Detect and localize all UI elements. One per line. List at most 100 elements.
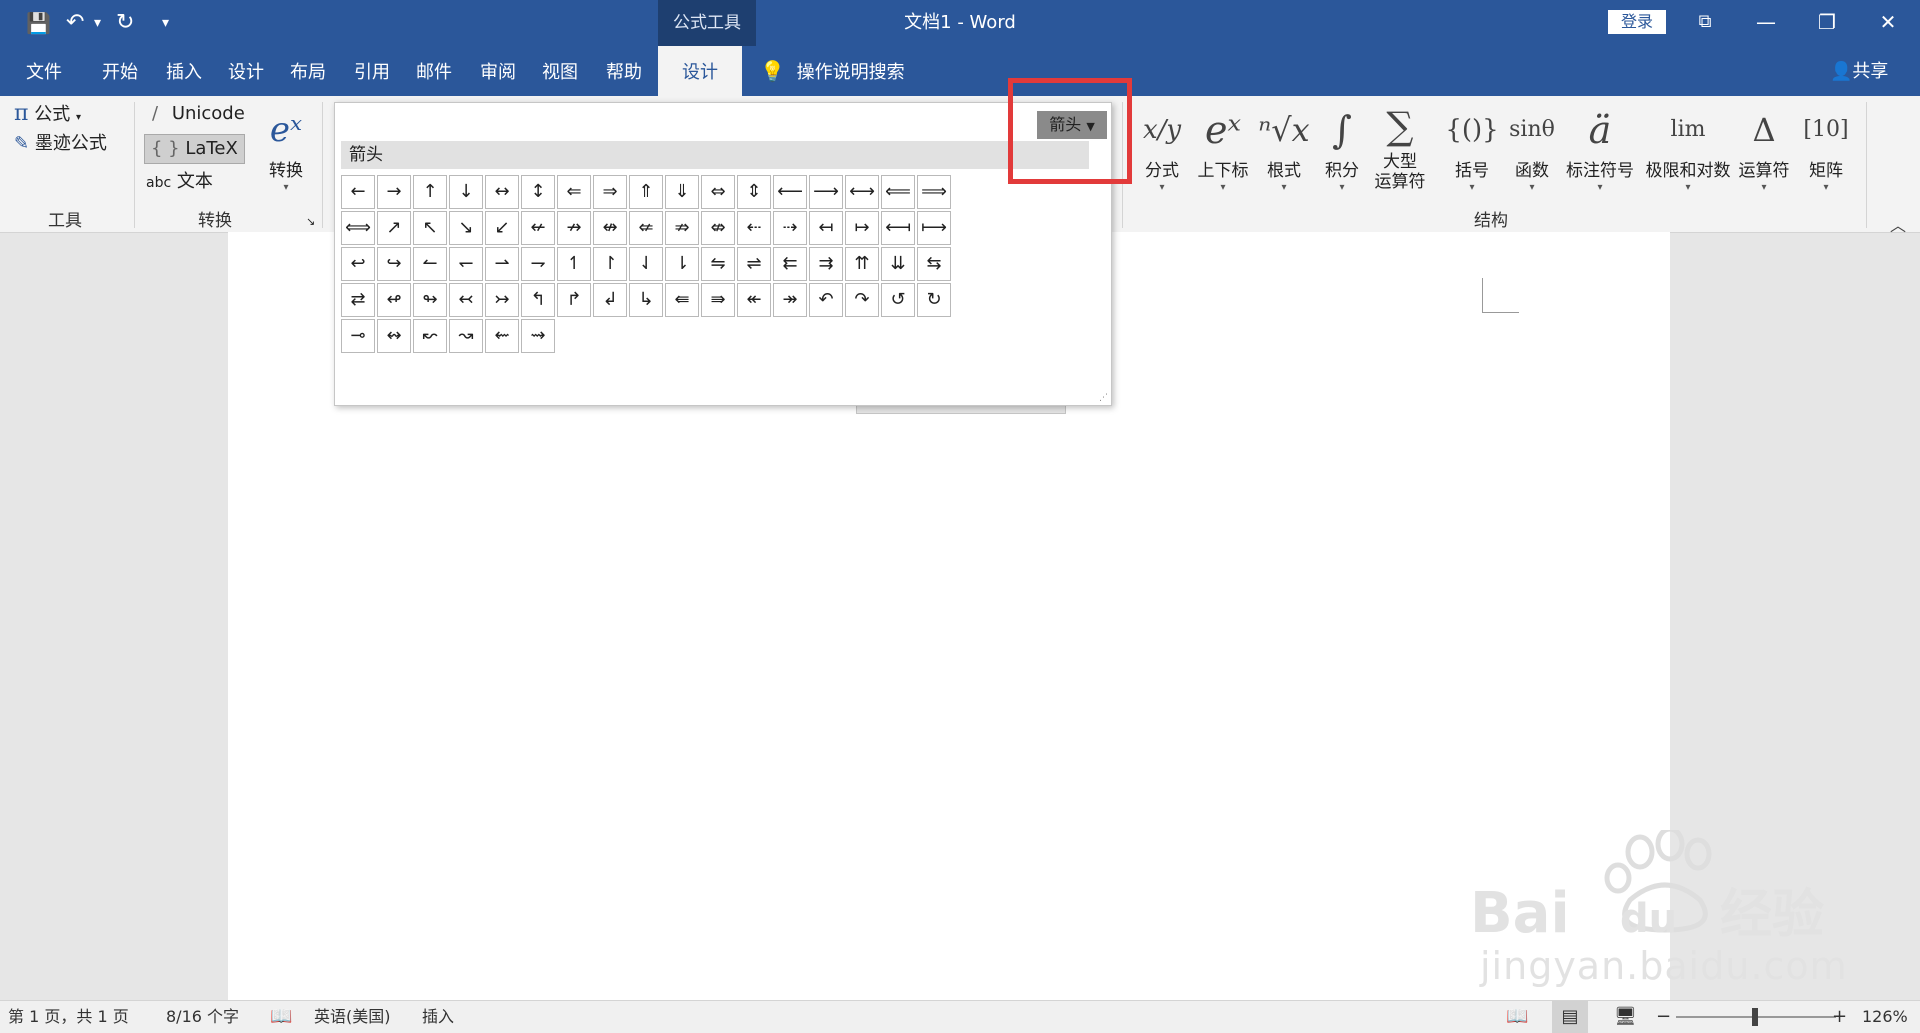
arrow-symbol[interactable]: ↕ — [521, 175, 555, 209]
arrow-symbol[interactable]: ↳ — [629, 283, 663, 317]
proofing-icon[interactable]: 📖 — [270, 1001, 292, 1033]
operator-button[interactable]: Δ 运算符 ▾ — [1732, 100, 1796, 194]
close-icon[interactable]: ✕ — [1858, 0, 1918, 46]
tab-view[interactable]: 视图 — [528, 46, 592, 96]
text-option[interactable]: abc 文本 — [146, 168, 213, 196]
share-button[interactable]: 👤共享 — [1830, 46, 1888, 96]
undo-dropdown-icon[interactable]: ▾ — [94, 8, 101, 38]
arrow-symbol[interactable]: ↖ — [413, 211, 447, 245]
arrow-symbol[interactable]: ↺ — [881, 283, 915, 317]
arrow-symbol[interactable]: ↪ — [377, 247, 411, 281]
arrow-symbol[interactable]: ⇑ — [629, 175, 663, 209]
arrow-symbol[interactable]: ⇌ — [737, 247, 771, 281]
page-count[interactable]: 第 1 页，共 1 页 — [8, 1001, 129, 1033]
script-button[interactable]: eˣ 上下标 ▾ — [1190, 100, 1256, 194]
arrow-symbol[interactable]: ⟺ — [341, 211, 375, 245]
maximize-icon[interactable]: ❐ — [1797, 0, 1857, 46]
arrow-symbol[interactable]: ⟼ — [917, 211, 951, 245]
arrow-symbol[interactable]: ↲ — [593, 283, 627, 317]
matrix-button[interactable]: [10] 矩阵 ▾ — [1794, 100, 1858, 194]
limit-log-button[interactable]: lim 极限和对数 ▾ — [1640, 100, 1736, 194]
arrow-symbol[interactable]: → — [377, 175, 411, 209]
arrow-symbol[interactable]: ↢ — [449, 283, 483, 317]
arrow-symbol[interactable]: ⇍ — [629, 211, 663, 245]
tell-me-search[interactable]: 💡 操作说明搜索 — [760, 46, 905, 96]
arrow-symbol[interactable]: ⇕ — [737, 175, 771, 209]
tab-layout[interactable]: 布局 — [276, 46, 340, 96]
arrow-symbol[interactable]: ⇢ — [773, 211, 807, 245]
function-button[interactable]: sinθ 函数 ▾ — [1500, 100, 1564, 194]
arrow-symbol[interactable]: ↩ — [341, 247, 375, 281]
arrow-symbol[interactable]: ⇠ — [737, 211, 771, 245]
arrow-symbol[interactable]: ⟷ — [845, 175, 879, 209]
arrow-symbol[interactable]: ⇒ — [593, 175, 627, 209]
arrow-symbol[interactable]: ↜ — [413, 319, 447, 353]
arrow-symbol[interactable]: ⇎ — [701, 211, 735, 245]
arrow-symbol[interactable]: ⇇ — [773, 247, 807, 281]
arrow-symbol[interactable]: ↝ — [449, 319, 483, 353]
arrow-symbol[interactable]: ↚ — [521, 211, 555, 245]
unicode-option[interactable]: / Unicode — [152, 100, 245, 128]
arrow-symbol[interactable]: ⇝ — [521, 319, 555, 353]
resize-grip-icon[interactable]: ⋰ — [1099, 393, 1108, 403]
arrow-symbol[interactable]: ⟵ — [773, 175, 807, 209]
read-mode-icon[interactable]: 📖 — [1506, 1001, 1528, 1033]
arrow-symbol[interactable]: ↿ — [557, 247, 591, 281]
tab-equation-design[interactable]: 设计 — [658, 46, 742, 96]
word-count[interactable]: 8/16 个字 — [166, 1001, 239, 1033]
arrow-symbol[interactable]: ⇋ — [701, 247, 735, 281]
arrow-symbol[interactable]: ↫ — [377, 283, 411, 317]
arrow-symbol[interactable]: ⇄ — [341, 283, 375, 317]
arrow-symbol[interactable]: ⇐ — [557, 175, 591, 209]
zoom-in-button[interactable]: + — [1832, 1001, 1847, 1033]
arrow-symbol[interactable]: ↭ — [377, 319, 411, 353]
arrow-symbol[interactable]: ⇂ — [665, 247, 699, 281]
arrow-symbol[interactable]: ↓ — [449, 175, 483, 209]
language[interactable]: 英语(美国) — [314, 1001, 391, 1033]
tab-references[interactable]: 引用 — [340, 46, 404, 96]
tab-help[interactable]: 帮助 — [592, 46, 656, 96]
arrow-symbol[interactable]: ⇀ — [485, 247, 519, 281]
web-layout-icon[interactable]: 🖥 — [1614, 1001, 1637, 1033]
ink-equation-button[interactable]: ✎ 墨迹公式 — [14, 130, 107, 158]
tab-mailings[interactable]: 邮件 — [402, 46, 466, 96]
customize-qat-icon[interactable]: ▾ — [162, 8, 169, 38]
arrow-symbol[interactable]: ⇜ — [485, 319, 519, 353]
arrow-symbol[interactable]: ↽ — [449, 247, 483, 281]
arrow-symbol[interactable]: ↘ — [449, 211, 483, 245]
zoom-slider-thumb[interactable] — [1752, 1008, 1758, 1026]
convert-button[interactable]: eˣ 转换 ▾ — [254, 100, 318, 194]
tab-insert[interactable]: 插入 — [152, 46, 216, 96]
tab-home[interactable]: 开始 — [88, 46, 152, 96]
arrow-symbol[interactable]: ↗ — [377, 211, 411, 245]
arrow-symbol[interactable]: ↛ — [557, 211, 591, 245]
arrow-symbol[interactable]: ⟸ — [881, 175, 915, 209]
bracket-button[interactable]: {()} 括号 ▾ — [1440, 100, 1504, 194]
arrow-symbol[interactable]: ⇓ — [665, 175, 699, 209]
arrow-symbol[interactable]: ↑ — [413, 175, 447, 209]
arrow-symbol[interactable]: ⇊ — [881, 247, 915, 281]
latex-option[interactable]: { } LaTeX — [144, 134, 245, 164]
arrow-symbol[interactable]: ↬ — [413, 283, 447, 317]
arrow-symbol[interactable]: ↼ — [413, 247, 447, 281]
arrow-symbol[interactable]: ⇏ — [665, 211, 699, 245]
arrow-symbol[interactable]: ↱ — [557, 283, 591, 317]
arrow-symbol[interactable]: ↤ — [809, 211, 843, 245]
tab-design[interactable]: 设计 — [214, 46, 278, 96]
zoom-level[interactable]: 126% — [1862, 1001, 1908, 1033]
arrow-symbol[interactable]: ↣ — [485, 283, 519, 317]
arrow-symbol[interactable]: ⟶ — [809, 175, 843, 209]
arrow-symbol[interactable]: ⇈ — [845, 247, 879, 281]
arrow-symbol[interactable]: ⇆ — [917, 247, 951, 281]
arrow-symbol[interactable]: ⇃ — [629, 247, 663, 281]
arrow-symbol[interactable]: ↙ — [485, 211, 519, 245]
insert-mode[interactable]: 插入 — [422, 1001, 454, 1033]
arrow-symbol[interactable]: ↶ — [809, 283, 843, 317]
arrow-symbol[interactable]: ⇚ — [665, 283, 699, 317]
print-layout-icon[interactable]: ▤ — [1552, 1001, 1588, 1033]
arrow-symbol[interactable]: ⟹ — [917, 175, 951, 209]
accent-button[interactable]: ä 标注符号 ▾ — [1562, 100, 1638, 194]
equation-button[interactable]: π 公式 ▾ — [14, 100, 81, 128]
zoom-out-button[interactable]: − — [1656, 1001, 1671, 1033]
save-icon[interactable]: 💾 — [26, 8, 51, 38]
